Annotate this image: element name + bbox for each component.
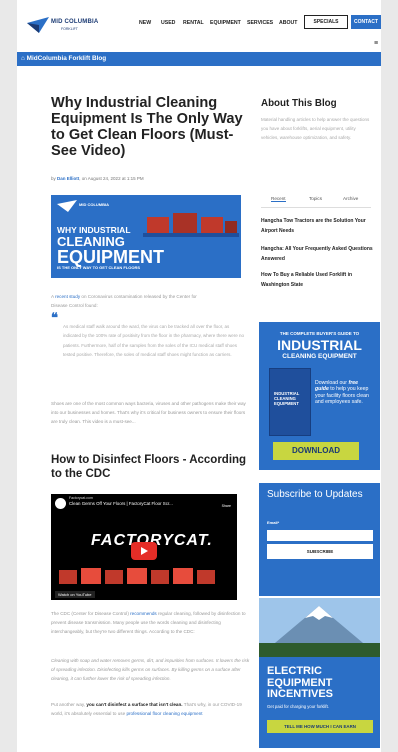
- site-logo[interactable]: MID COLUMBIA FORKLIFT: [27, 15, 107, 37]
- blog-home-bar[interactable]: ⌂ MidColumbia Forklift Blog: [17, 52, 381, 66]
- video-channel: Factorycat.com: [69, 496, 93, 500]
- guide-description: Download our free guide to help you keep…: [315, 380, 369, 405]
- recent-post-2[interactable]: Hangcha: All Your Frequently Asked Quest…: [261, 244, 377, 264]
- recommends-link[interactable]: recommends: [130, 611, 157, 616]
- intro-paragraph: A recent study on Coronavirus contaminat…: [51, 294, 197, 299]
- recent-post-1[interactable]: Hangcha Tow Tractors are the Solution Yo…: [261, 216, 377, 236]
- buyers-guide-ad[interactable]: THE COMPLETE BUYER'S GUIDE TO INDUSTRIAL…: [259, 322, 380, 470]
- tab-archive[interactable]: Archive: [343, 196, 358, 201]
- watch-on-youtube[interactable]: Watch on YouTube: [55, 591, 95, 598]
- incentive-heading: ELECTRIC EQUIPMENT INCENTIVES: [267, 665, 334, 700]
- youtube-video[interactable]: Factorycat.com Clean Germs Off Your Floo…: [51, 494, 237, 600]
- hero-logo-text: MID COLUMBIA: [79, 202, 109, 207]
- logo-text: MID COLUMBIA: [51, 19, 99, 25]
- cdc-heading: How to Disinfect Floors - According to t…: [51, 454, 247, 480]
- subscribe-button[interactable]: SUBSCRIBE: [267, 544, 373, 559]
- play-button[interactable]: [131, 542, 157, 560]
- guide-line-3: CLEANING EQUIPMENT: [282, 353, 357, 360]
- logo-icon: [27, 17, 49, 33]
- nav-equipment[interactable]: EQUIPMENT: [210, 20, 241, 26]
- book-title: INDUSTRIAL CLEANING EQUIPMENT: [274, 391, 300, 406]
- blog-bar-label: MidColumbia Forklift Blog: [26, 55, 107, 62]
- site-header: MID COLUMBIA FORKLIFT NEW USED RENTAL EQ…: [17, 0, 381, 52]
- logo-subtext: FORKLIFT: [61, 27, 78, 31]
- play-icon: [141, 547, 148, 555]
- author-link[interactable]: Dan Elliott: [57, 176, 79, 181]
- about-blog-text: Material handling articles to help answe…: [261, 117, 370, 140]
- subscribe-title: Subscribe to Updates: [267, 489, 363, 500]
- ad-trees: [259, 643, 380, 657]
- tab-topics[interactable]: Topics: [309, 196, 322, 201]
- menu-icon[interactable]: ≡: [374, 40, 378, 47]
- recent-post-3[interactable]: How To Buy a Reliable Used Forklift in W…: [261, 270, 377, 290]
- nav-services[interactable]: SERVICES: [247, 20, 273, 26]
- email-label: Email*: [267, 520, 280, 525]
- cleaning-definition: Cleaning with soap and water removes ger…: [51, 658, 250, 681]
- video-title[interactable]: Clean Germs Off Your Floors | FactoryCat…: [69, 501, 173, 506]
- nav-used[interactable]: USED: [161, 20, 175, 26]
- guide-line-2: INDUSTRIAL: [277, 337, 362, 353]
- floor-cleaning-link[interactable]: professional floor cleaning equipment: [126, 711, 202, 716]
- nav-about[interactable]: ABOUT: [279, 20, 297, 26]
- specials-button[interactable]: SPECIALS: [304, 15, 348, 29]
- hero-machines-graphic: [143, 213, 239, 237]
- hero-image: MID COLUMBIA WHY INDUSTRIAL CLEANING EQU…: [51, 195, 241, 278]
- subscribe-box: Subscribe to Updates Email* SUBSCRIBE: [259, 483, 380, 596]
- incentive-subtext: Get paid for charging your forklift.: [267, 704, 329, 709]
- about-blog-heading: About This Blog: [261, 98, 337, 109]
- download-button[interactable]: DOWNLOAD: [273, 442, 359, 460]
- hero-line-4: IS THE ONLY WAY TO GET CLEAN FLOORS: [57, 265, 141, 270]
- video-machines-graphic: [59, 568, 215, 584]
- page: MID COLUMBIA FORKLIFT NEW USED RENTAL EQ…: [17, 0, 381, 752]
- recent-study-link[interactable]: recent study: [55, 294, 80, 299]
- cdc-paragraph: The CDC (Center for Disease Control) rec…: [51, 611, 246, 634]
- tab-recent[interactable]: Recent: [271, 196, 286, 202]
- guide-line-1: THE COMPLETE BUYER'S GUIDE TO: [279, 331, 360, 336]
- electric-incentives-ad[interactable]: ELECTRIC EQUIPMENT INCENTIVES Get paid f…: [259, 598, 380, 748]
- contact-button[interactable]: CONTACT: [351, 15, 381, 29]
- nav-new[interactable]: NEW: [139, 20, 151, 26]
- earn-button[interactable]: TELL ME HOW MUCH I CAN EARN: [267, 720, 373, 733]
- intro-paragraph-line2: Disease Control found:: [51, 303, 98, 308]
- channel-avatar: [55, 498, 66, 509]
- home-icon: ⌂: [21, 55, 25, 62]
- cdc-quote: As medical staff walk around the ward, t…: [63, 324, 245, 358]
- share-button[interactable]: Share: [222, 504, 231, 508]
- guide-book-image: INDUSTRIAL CLEANING EQUIPMENT: [269, 368, 311, 436]
- byline: by Dan Elliott, on August 24, 2022 at 1:…: [51, 176, 144, 181]
- article-title: Why Industrial Cleaning Equipment Is The…: [51, 95, 243, 159]
- disinfect-paragraph: Put another way, you can't disinfect a s…: [51, 702, 242, 716]
- shoes-paragraph: Shoes are one of the most common ways ba…: [51, 401, 246, 424]
- nav-rental[interactable]: RENTAL: [183, 20, 204, 26]
- hero-logo-icon: [57, 200, 77, 212]
- post-tabs: Recent Topics Archive: [261, 193, 371, 208]
- quote-icon: ❝: [51, 310, 58, 325]
- email-field[interactable]: [267, 530, 373, 541]
